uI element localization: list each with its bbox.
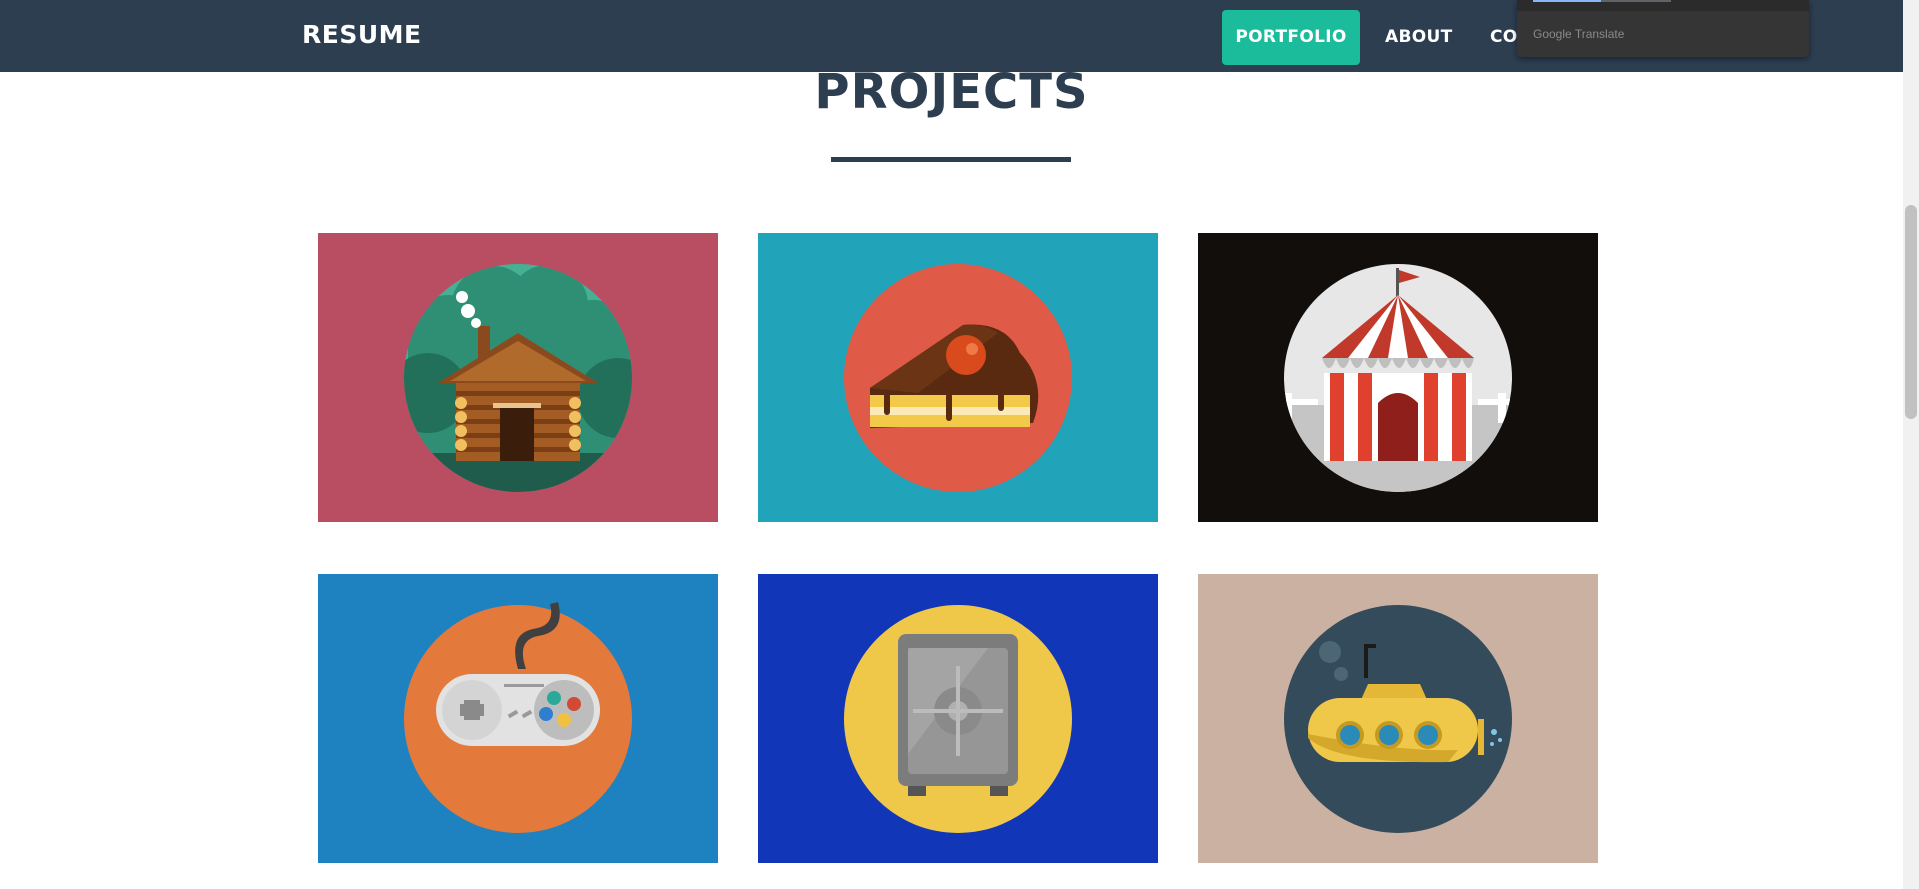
nav-item-portfolio[interactable]: PORTFOLIO <box>1222 10 1360 65</box>
translate-tab-indicator-inactive[interactable] <box>1601 0 1671 2</box>
nav-item-contact[interactable]: CONTACT <box>1490 10 1520 65</box>
translate-tab-indicator[interactable] <box>1533 0 1601 2</box>
section-divider <box>831 157 1071 162</box>
safe-icon <box>758 574 1158 863</box>
section-title: PROJECTS <box>814 64 1089 120</box>
project-tile-cabin[interactable] <box>318 233 718 522</box>
cake-icon <box>758 233 1158 522</box>
project-tile-submarine[interactable] <box>1198 574 1598 863</box>
project-tile-circus[interactable] <box>1198 233 1598 522</box>
brand-link[interactable]: RESUME <box>302 20 422 49</box>
nav-item-about[interactable]: ABOUT <box>1385 10 1452 65</box>
project-tile-cake[interactable] <box>758 233 1158 522</box>
project-tile-game[interactable] <box>318 574 718 863</box>
game-controller-icon <box>318 574 718 863</box>
page-scrollbar-track[interactable] <box>1903 0 1919 889</box>
translate-popup-label: Google Translate <box>1533 27 1625 41</box>
circus-tent-icon <box>1198 233 1598 522</box>
cabin-icon <box>318 233 718 522</box>
project-tile-safe[interactable] <box>758 574 1158 863</box>
submarine-icon <box>1198 574 1598 863</box>
page-scrollbar-thumb[interactable] <box>1905 205 1917 419</box>
google-translate-popup: Google Translate <box>1517 0 1809 57</box>
